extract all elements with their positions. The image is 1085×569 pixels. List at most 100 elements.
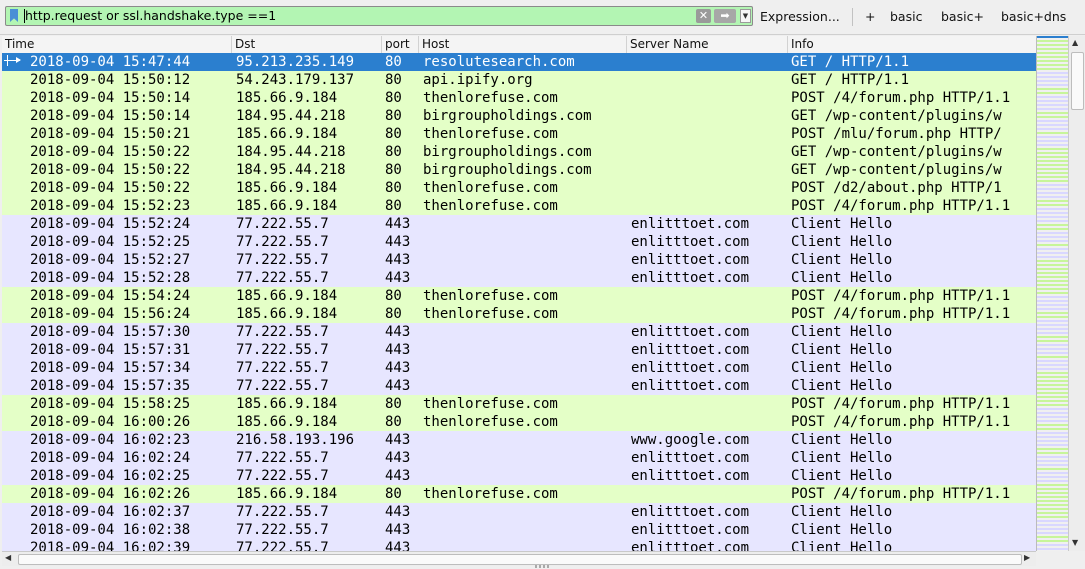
add-filter-button[interactable]: +	[865, 9, 875, 25]
minimap-mark	[1037, 424, 1069, 426]
packet-row[interactable]: 2018-09-04 15:50:22 185.66.9.184 80 thenlor…	[2, 179, 1036, 197]
horizontal-scrollbar[interactable]: ◀ ▶	[2, 551, 1036, 566]
filter-button-basic[interactable]: basic	[890, 9, 922, 25]
cell-server: enlitttoet.com	[631, 234, 750, 250]
cell-port: 443	[385, 324, 411, 340]
packet-row[interactable]: 2018-09-04 15:54:24 185.66.9.184 80 thenlor…	[2, 287, 1036, 305]
packet-row[interactable]: 2018-09-04 15:56:24 185.66.9.184 80 thenlor…	[2, 305, 1036, 323]
cell-port: 443	[385, 270, 411, 286]
expression-button[interactable]: Expression...	[760, 9, 840, 25]
cell-host: birgroupholdings.com	[423, 108, 592, 124]
packet-row[interactable]: 2018-09-04 15:52:25 77.222.55.7 443 enlittt…	[2, 233, 1036, 251]
cell-time: 2018-09-04 15:50:14	[30, 90, 191, 106]
minimap-mark	[1037, 460, 1069, 462]
minimap-mark	[1037, 364, 1069, 366]
packet-row[interactable]: 2018-09-04 15:52:27 77.222.55.7 443 enlittt…	[2, 251, 1036, 269]
packet-minimap[interactable]	[1036, 36, 1069, 551]
minimap-mark	[1037, 52, 1069, 54]
vertical-scrollbar[interactable]: ▲ ▼	[1068, 36, 1085, 551]
packet-row[interactable]: 2018-09-04 15:50:14 184.95.44.218 80 birgro…	[2, 107, 1036, 125]
packet-row[interactable]: 2018-09-04 15:57:30 77.222.55.7 443 enlittt…	[2, 323, 1036, 341]
column-header-info[interactable]: Info	[788, 36, 1036, 53]
packet-row[interactable]: 2018-09-04 15:58:25 185.66.9.184 80 thenlor…	[2, 395, 1036, 413]
filter-button-basic-plus[interactable]: basic+	[941, 9, 984, 25]
clear-filter-icon[interactable]: ✕	[696, 9, 711, 23]
column-header-host[interactable]: Host	[419, 36, 627, 53]
display-filter-input[interactable]: http.request or ssl.handshake.type ==1 ✕…	[5, 6, 753, 26]
cell-info: Client Hello	[791, 234, 893, 250]
packet-row[interactable]: 2018-09-04 15:52:28 77.222.55.7 443 enlittt…	[2, 269, 1036, 287]
vertical-scroll-thumb[interactable]	[1071, 52, 1084, 110]
column-header-port[interactable]: port	[382, 36, 419, 53]
scroll-right-icon[interactable]: ▶	[1024, 553, 1030, 562]
display-filter-text[interactable]: http.request or ssl.handshake.type ==1	[25, 7, 276, 25]
filter-history-dropdown-icon[interactable]: ▼	[740, 9, 751, 23]
packet-row[interactable]: 2018-09-04 15:50:12 54.243.179.137 80 api.i…	[2, 71, 1036, 89]
minimap-mark	[1037, 204, 1069, 206]
cell-host	[423, 449, 627, 467]
minimap-mark	[1037, 540, 1069, 542]
minimap-mark	[1037, 136, 1069, 138]
minimap-mark	[1037, 176, 1069, 178]
minimap-mark	[1037, 96, 1069, 98]
packet-row[interactable]: 2018-09-04 16:02:24 77.222.55.7 443 enlittt…	[2, 449, 1036, 467]
packet-row[interactable]: 2018-09-04 16:02:39 77.222.55.7 443 enlittt…	[2, 539, 1036, 551]
minimap-mark	[1037, 248, 1069, 250]
cell-port: 443	[385, 342, 411, 358]
cell-host: thenlorefuse.com	[423, 90, 558, 106]
packet-row[interactable]: 2018-09-04 15:57:34 77.222.55.7 443 enlittt…	[2, 359, 1036, 377]
cell-port: 80	[385, 396, 402, 412]
packet-row[interactable]: 2018-09-04 16:00:26 185.66.9.184 80 thenlor…	[2, 413, 1036, 431]
packet-row[interactable]: 2018-09-04 15:52:24 77.222.55.7 443 enlittt…	[2, 215, 1036, 233]
minimap-mark	[1037, 492, 1069, 494]
packet-row[interactable]: 2018-09-04 15:50:22 184.95.44.218 80 birgro…	[2, 161, 1036, 179]
scroll-left-icon[interactable]: ◀	[5, 553, 11, 562]
cell-port: 80	[385, 306, 402, 322]
cell-host	[423, 539, 627, 551]
cell-port: 443	[385, 468, 411, 484]
cell-port: 443	[385, 540, 411, 551]
packet-row[interactable]: 2018-09-04 15:57:31 77.222.55.7 443 enlittt…	[2, 341, 1036, 359]
minimap-mark	[1037, 264, 1069, 266]
cell-host	[423, 467, 627, 485]
packet-row[interactable]: 2018-09-04 15:52:23 185.66.9.184 80 thenlor…	[2, 197, 1036, 215]
cell-server	[631, 71, 788, 89]
packet-row[interactable]: 2018-09-04 16:02:23 216.58.193.196 443 www.…	[2, 431, 1036, 449]
cell-host	[423, 233, 627, 251]
apply-filter-icon[interactable]: ➡	[714, 9, 736, 23]
minimap-mark	[1037, 344, 1069, 346]
packet-row[interactable]: 2018-09-04 15:47:44 95.213.235.149 80 resol…	[2, 53, 1036, 71]
packet-list[interactable]: 2018-09-04 15:47:44 95.213.235.149 80 resol…	[2, 53, 1036, 551]
bookmark-icon[interactable]	[10, 9, 18, 22]
packet-row[interactable]: 2018-09-04 16:02:25 77.222.55.7 443 enlittt…	[2, 467, 1036, 485]
cell-dst: 185.66.9.184	[236, 396, 338, 412]
packet-row[interactable]: 2018-09-04 15:50:22 184.95.44.218 80 birgro…	[2, 143, 1036, 161]
minimap-mark	[1037, 140, 1069, 142]
scroll-up-icon[interactable]: ▲	[1072, 38, 1078, 47]
minimap-mark	[1037, 472, 1069, 474]
column-header-dst[interactable]: Dst	[232, 36, 382, 53]
packet-row[interactable]: 2018-09-04 16:02:38 77.222.55.7 443 enlittt…	[2, 521, 1036, 539]
packet-row[interactable]: 2018-09-04 16:02:26 185.66.9.184 80 thenlor…	[2, 485, 1036, 503]
minimap-mark	[1037, 516, 1069, 518]
packet-row[interactable]: 2018-09-04 16:02:37 77.222.55.7 443 enlittt…	[2, 503, 1036, 521]
minimap-mark	[1037, 280, 1069, 282]
column-header-time[interactable]: Time	[2, 36, 232, 53]
minimap-mark	[1037, 320, 1069, 322]
packet-row[interactable]: 2018-09-04 15:57:35 77.222.55.7 443 enlittt…	[2, 377, 1036, 395]
cell-info: POST /mlu/forum.php HTTP/	[791, 126, 1002, 142]
packet-row[interactable]: 2018-09-04 15:50:21 185.66.9.184 80 thenlor…	[2, 125, 1036, 143]
pane-resize-grip[interactable]	[535, 565, 551, 568]
minimap-mark	[1037, 124, 1069, 126]
packet-row[interactable]: 2018-09-04 15:50:14 185.66.9.184 80 thenlor…	[2, 89, 1036, 107]
horizontal-scroll-thumb[interactable]	[18, 554, 1022, 565]
scroll-down-icon[interactable]: ▼	[1072, 538, 1078, 547]
column-header-server-name[interactable]: Server Name	[627, 36, 788, 53]
cell-server: enlitttoet.com	[631, 504, 750, 520]
cell-time: 2018-09-04 15:52:24	[30, 216, 191, 232]
minimap-mark	[1037, 512, 1069, 514]
filter-button-basic-plus-dns[interactable]: basic+dns	[1001, 9, 1066, 25]
minimap-mark	[1037, 236, 1069, 238]
cell-dst: 77.222.55.7	[236, 252, 329, 268]
cell-time: 2018-09-04 16:02:37	[30, 504, 191, 520]
